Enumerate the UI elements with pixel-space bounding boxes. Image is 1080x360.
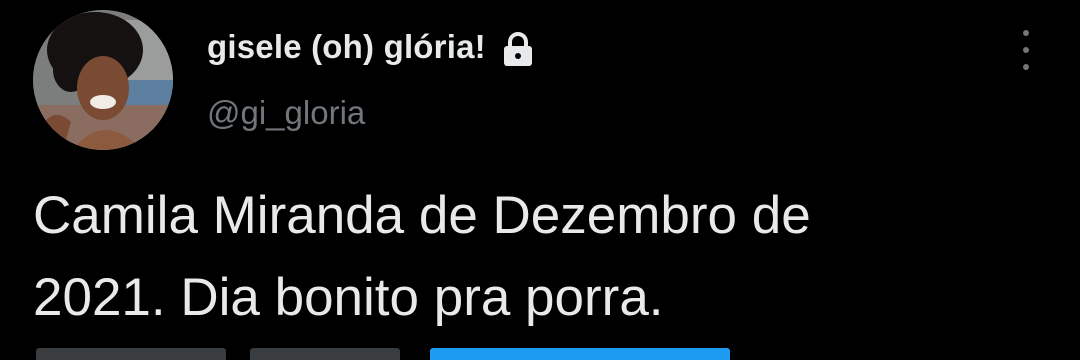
more-vertical-icon bbox=[1023, 47, 1029, 53]
lock-icon bbox=[500, 32, 536, 66]
more-options-button[interactable] bbox=[1008, 30, 1044, 70]
tweet-card: gisele (oh) glória! @gi_gloria Camila Mi… bbox=[0, 0, 1080, 360]
more-vertical-icon bbox=[1023, 30, 1029, 36]
cut-off-next-line bbox=[0, 348, 1080, 360]
display-name[interactable]: gisele (oh) glória! bbox=[207, 28, 536, 66]
more-vertical-icon bbox=[1023, 64, 1029, 70]
profile-photo bbox=[33, 10, 173, 150]
avatar[interactable] bbox=[33, 10, 173, 150]
user-handle[interactable]: @gi_gloria bbox=[207, 94, 365, 132]
tweet-text: Camila Miranda de Dezembro de 2021. Dia … bbox=[33, 186, 811, 327]
display-name-text: gisele (oh) glória! bbox=[207, 28, 486, 65]
